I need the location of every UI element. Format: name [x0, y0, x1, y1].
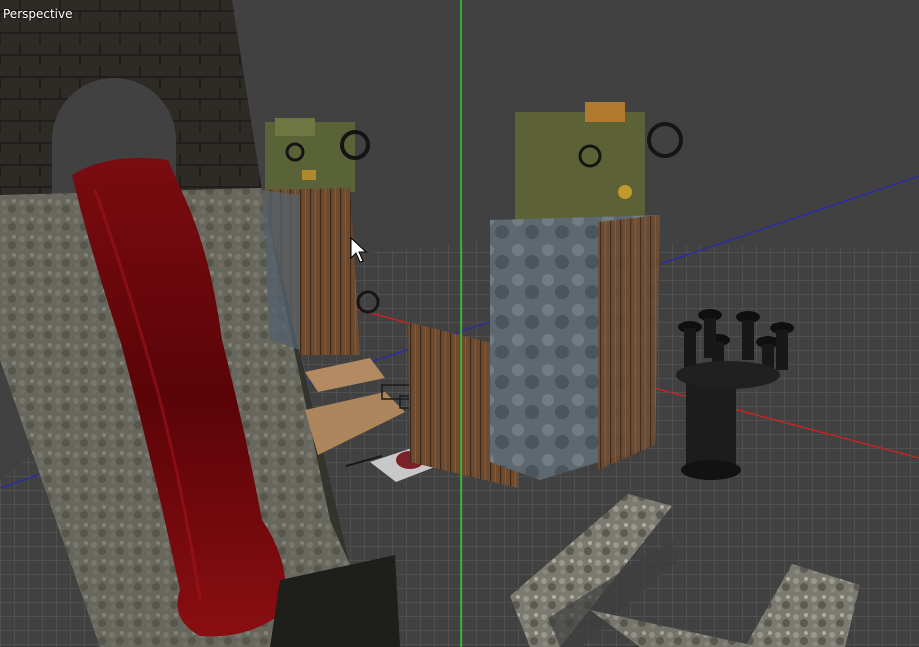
- viewport-label: Perspective: [3, 7, 73, 21]
- perspective-viewport[interactable]: Perspective: [0, 0, 919, 647]
- scene-canvas[interactable]: [0, 0, 919, 647]
